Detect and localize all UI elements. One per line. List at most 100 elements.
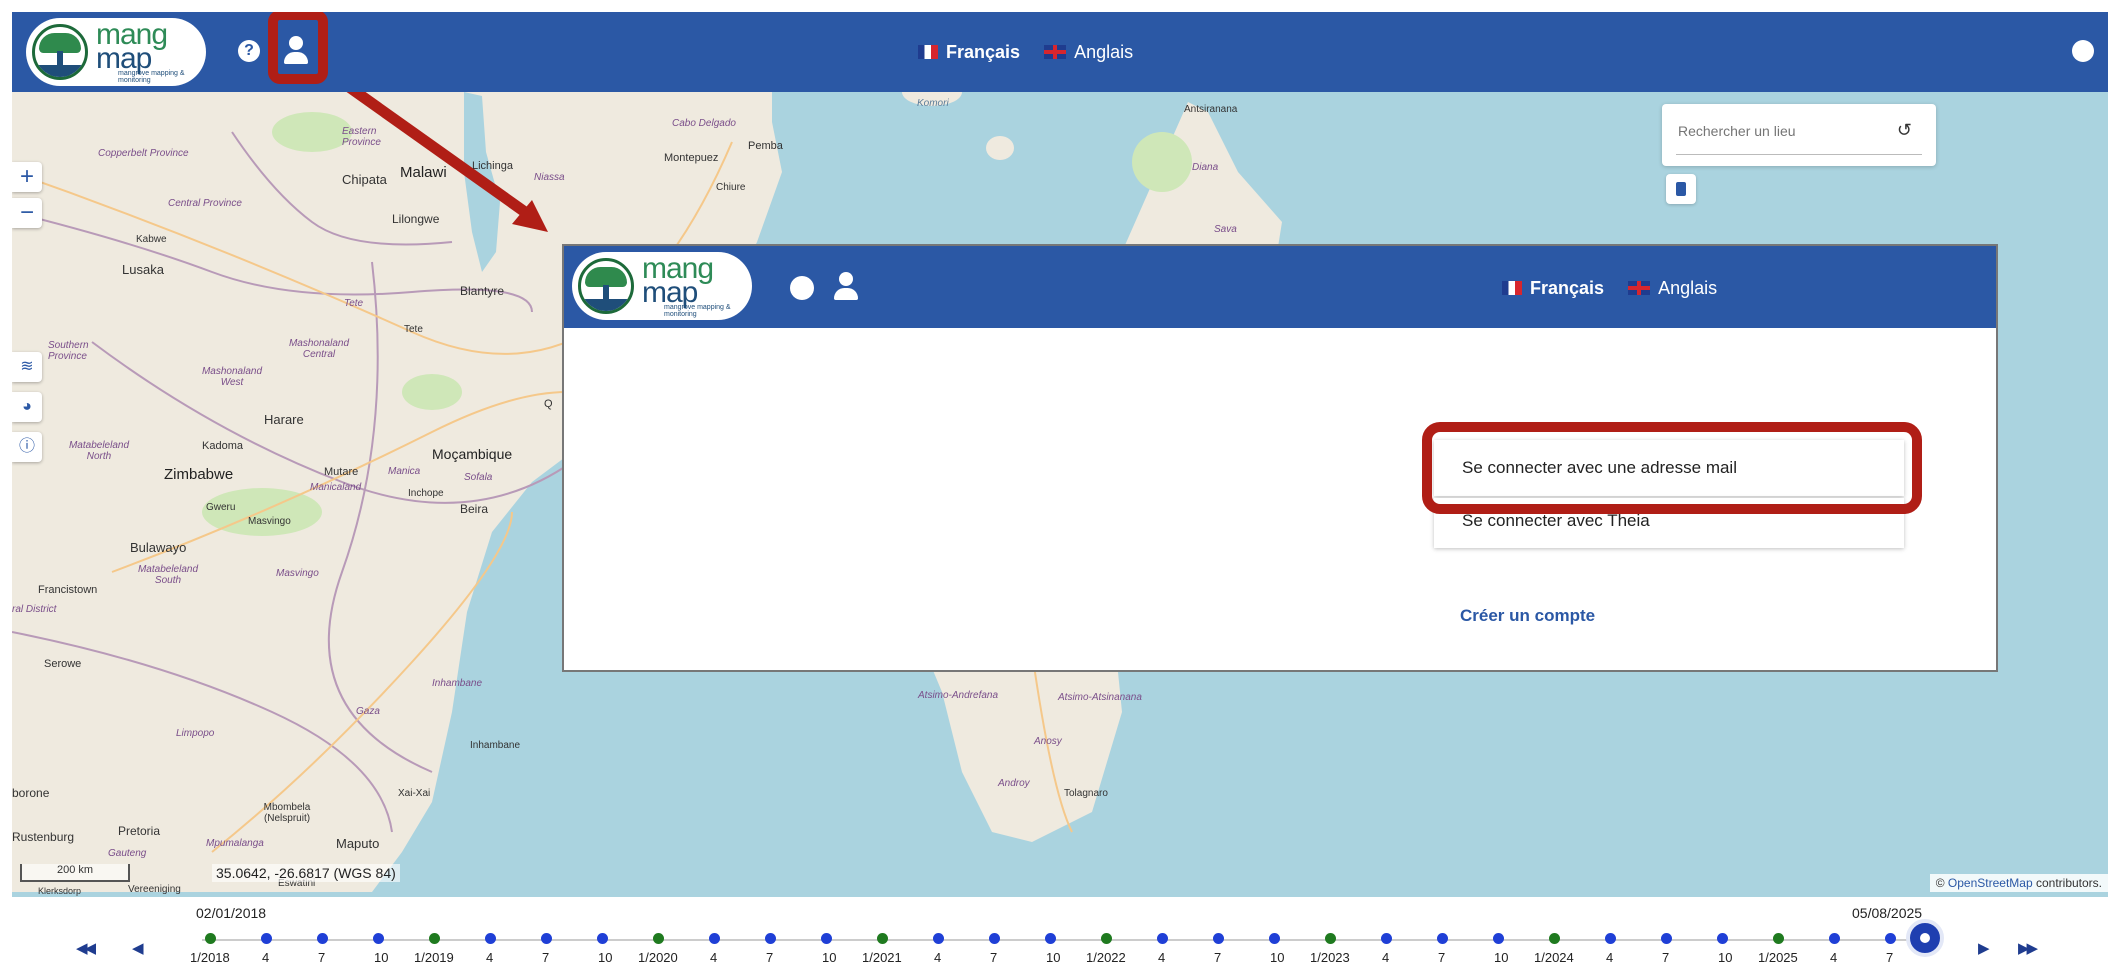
timeline-dot[interactable] <box>1045 933 1056 944</box>
map-label: Inchope <box>408 488 444 499</box>
timeline-dot[interactable] <box>765 933 776 944</box>
map-label: Vereeniging <box>128 884 181 895</box>
timeline-dot[interactable] <box>1269 933 1280 944</box>
reset-icon[interactable]: ↺ <box>1897 120 1912 141</box>
logo-word-2: map <box>642 276 698 309</box>
osm-link[interactable]: OpenStreetMap <box>1948 876 2033 890</box>
timeline-dot[interactable] <box>1381 933 1392 944</box>
timeline-dot[interactable] <box>1549 933 1560 944</box>
first-date-button[interactable]: ◀◀ <box>76 939 96 957</box>
timeline-current-handle[interactable] <box>1906 919 1944 957</box>
timeline-dot[interactable] <box>541 933 552 944</box>
timeline-tick-label: 7 <box>766 950 774 965</box>
user-icon[interactable] <box>830 270 862 304</box>
timeline-dot[interactable] <box>1437 933 1448 944</box>
map-label: ral District <box>12 604 57 615</box>
timeline-dot[interactable] <box>205 933 216 944</box>
zoom-in-button[interactable]: + <box>12 162 42 192</box>
map-label: Gaza <box>356 706 380 717</box>
timeline-dot[interactable] <box>989 933 1000 944</box>
france-flag-icon <box>918 45 938 59</box>
timeline-dot[interactable] <box>1325 933 1336 944</box>
lang-en-link[interactable]: Anglais <box>1074 42 1133 62</box>
timeline-dot[interactable] <box>1885 933 1896 944</box>
help-icon[interactable]: ? <box>238 40 260 62</box>
layers-button[interactable]: ≋ <box>12 352 42 382</box>
timeline-dot[interactable] <box>1773 933 1784 944</box>
timeline-dot[interactable] <box>877 933 888 944</box>
timeline-dot[interactable] <box>429 933 440 944</box>
timeline-dot[interactable] <box>1605 933 1616 944</box>
create-account-link[interactable]: Créer un compte <box>1460 606 1595 626</box>
timeline-dot[interactable] <box>261 933 272 944</box>
map-label: Atsimo-Andrefana <box>918 690 999 701</box>
mouse-coordinates: 35.0642, -26.6817 (WGS 84) <box>212 864 400 882</box>
timeline-track[interactable] <box>202 939 1912 941</box>
timeline-dot[interactable] <box>1101 933 1112 944</box>
inset-lang-switch: Français Anglais <box>1502 278 1717 299</box>
timeline-dot[interactable] <box>1157 933 1168 944</box>
timeline-tick-label: 10 <box>1270 950 1285 965</box>
timeline-tick-label: 10 <box>1494 950 1509 965</box>
timeline-tick-label: 1/2025 <box>1758 950 1798 965</box>
map-label: Copperbelt Province <box>98 148 189 159</box>
prev-date-button[interactable]: ◀ <box>132 939 143 957</box>
uk-flag-icon <box>1044 45 1067 59</box>
lang-fr-link[interactable]: Français <box>946 42 1020 62</box>
map-label: Lusaka <box>122 262 164 277</box>
timeline-dot[interactable] <box>1717 933 1728 944</box>
lang-switch: Français Anglais <box>918 42 1133 63</box>
timeline-tick-label: 7 <box>1662 950 1670 965</box>
lang-fr-link[interactable]: Français <box>1530 278 1604 298</box>
logo-word-2: map <box>96 42 152 75</box>
timeline-dot[interactable] <box>821 933 832 944</box>
timeline-dot[interactable] <box>709 933 720 944</box>
timeline-tick-label: 4 <box>1158 950 1166 965</box>
scale-bar: 200 km <box>20 864 130 882</box>
map-label: Limpopo <box>176 728 215 739</box>
lang-en-link[interactable]: Anglais <box>1658 278 1717 298</box>
globe-icon[interactable] <box>2072 40 2094 62</box>
timeline-tick-label: 7 <box>542 950 550 965</box>
france-flag-icon <box>1502 281 1522 295</box>
timeline-dot[interactable] <box>653 933 664 944</box>
timeline-dot[interactable] <box>1493 933 1504 944</box>
mangrove-logo-icon <box>32 24 88 80</box>
last-date-button[interactable]: ▶▶ <box>2018 939 2038 957</box>
timeline: ◀◀ ◀ ▶ ▶▶ 02/01/2018 05/08/2025 1/2018 4 7… <box>12 897 2108 973</box>
map-label: Zimbabwe <box>164 466 234 483</box>
style-button[interactable]: ◕ <box>12 392 42 422</box>
search-input[interactable] <box>1676 122 1890 140</box>
timeline-dot[interactable] <box>597 933 608 944</box>
app-frame: Komori Antsiranana Cabo Delgado Pemba Mo… <box>12 12 2108 973</box>
map-label: Mpumalanga <box>206 838 264 849</box>
timeline-dot[interactable] <box>1661 933 1672 944</box>
map-label: borone <box>12 786 50 800</box>
timeline-dot[interactable] <box>485 933 496 944</box>
timeline-dot[interactable] <box>317 933 328 944</box>
signin-highlight <box>1422 422 1922 514</box>
map-label: Bulawayo <box>130 540 187 555</box>
timeline-tick-label: 1/2020 <box>638 950 678 965</box>
timeline-tick-label: 4 <box>710 950 718 965</box>
timeline-start-date: 02/01/2018 <box>196 905 267 921</box>
map-label: Blantyre <box>460 284 505 298</box>
timeline-dot[interactable] <box>1829 933 1840 944</box>
next-date-button[interactable]: ▶ <box>1978 939 1989 957</box>
globe-icon[interactable] <box>790 276 814 300</box>
map-label: Cabo Delgado <box>672 118 736 129</box>
map-label: Kabwe <box>136 234 167 245</box>
timeline-dot[interactable] <box>373 933 384 944</box>
logo-tagline: mangrove mapping & monitoring <box>118 70 185 84</box>
app-logo[interactable]: mang map mangrove mapping & monitoring <box>26 18 206 86</box>
uk-flag-icon <box>1628 281 1651 295</box>
timeline-dot[interactable] <box>1213 933 1224 944</box>
timeline-dot[interactable] <box>933 933 944 944</box>
download-button[interactable] <box>1666 174 1696 204</box>
zoom-out-button[interactable]: − <box>12 198 42 228</box>
info-button[interactable]: ⓘ <box>12 432 42 462</box>
place-search: ↺ <box>1662 104 1936 166</box>
timeline-end-date: 05/08/2025 <box>1852 905 1923 921</box>
map-label: Q <box>544 398 553 410</box>
map-label: Central Province <box>168 198 242 209</box>
